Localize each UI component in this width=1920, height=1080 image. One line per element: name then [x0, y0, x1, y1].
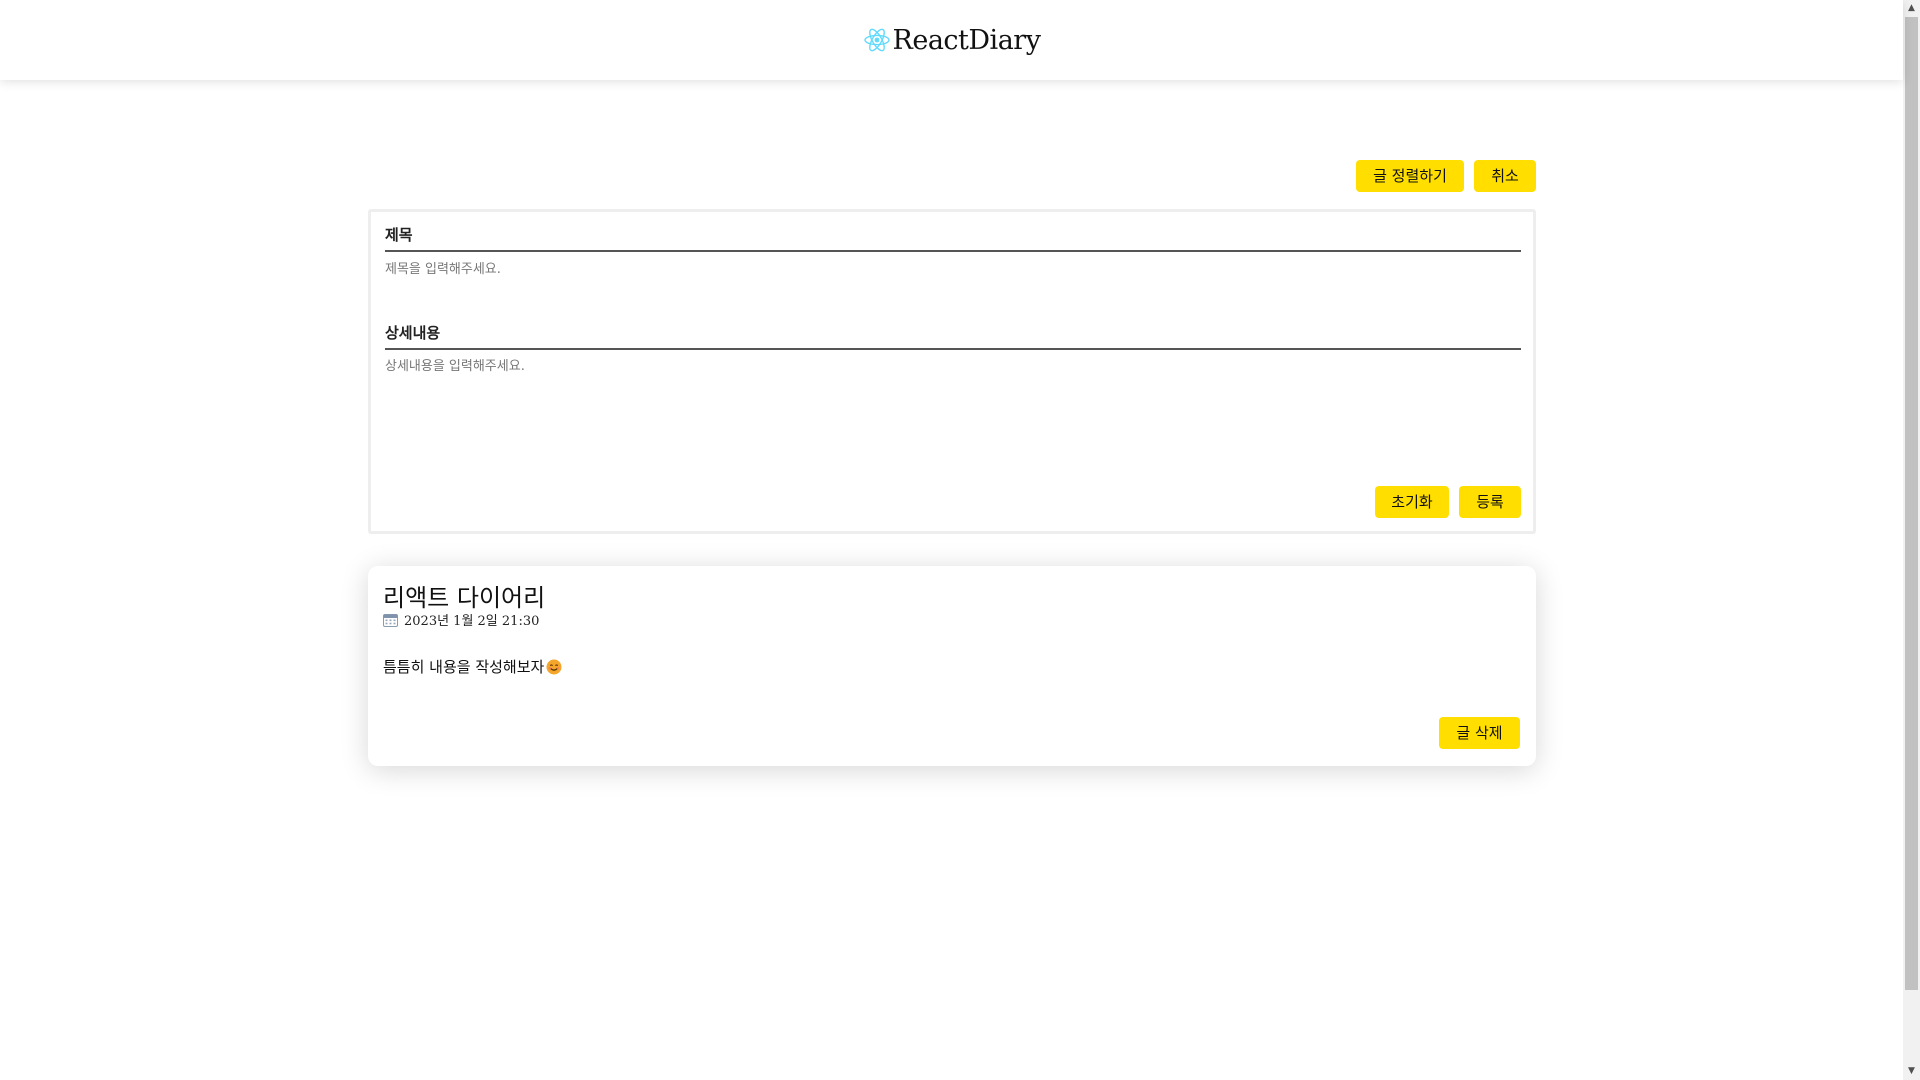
content-field-divider [385, 348, 1521, 350]
write-form: 제목 상세내용 초기화 등록 [368, 209, 1536, 534]
react-atom-icon [863, 28, 890, 52]
post-title: 리액트 다이어리 [383, 584, 546, 612]
cancel-button[interactable]: 취소 [1474, 160, 1536, 192]
title-input[interactable] [385, 259, 1521, 279]
content-field-label: 상세내용 [385, 324, 441, 342]
app-header: ReactDiary [0, 0, 1903, 80]
scroll-down-arrow-icon[interactable]: ▼ [1903, 1063, 1920, 1080]
post-date: 2023년 1월 2일 21:30 [383, 610, 539, 629]
post-body: 틈틈히 내용을 작성해보자 [383, 656, 562, 677]
title-field-label: 제목 [385, 226, 413, 244]
logo[interactable]: ReactDiary [863, 25, 1041, 56]
post-body-text: 틈틈히 내용을 작성해보자 [383, 658, 545, 676]
diary-post-card: 리액트 다이어리 2023년 1월 2일 21:30 틈틈히 내용을 작성해보자 [368, 566, 1536, 766]
post-date-text: 2023년 1월 2일 21:30 [404, 614, 540, 629]
sort-posts-button[interactable]: 글 정렬하기 [1356, 160, 1464, 192]
page-scrollbar[interactable]: ▲ ▼ [1903, 0, 1920, 1080]
logo-text: ReactDiary [892, 24, 1041, 56]
calendar-icon [383, 613, 398, 627]
content-textarea[interactable] [385, 355, 1521, 455]
smiling-face-icon [546, 659, 562, 674]
scrollbar-thumb[interactable] [1905, 17, 1918, 990]
reset-button[interactable]: 초기화 [1375, 486, 1449, 518]
delete-post-button[interactable]: 글 삭제 [1439, 717, 1520, 749]
scroll-up-arrow-icon[interactable]: ▲ [1903, 0, 1920, 17]
submit-button[interactable]: 등록 [1459, 486, 1521, 518]
title-field-divider [385, 250, 1521, 252]
